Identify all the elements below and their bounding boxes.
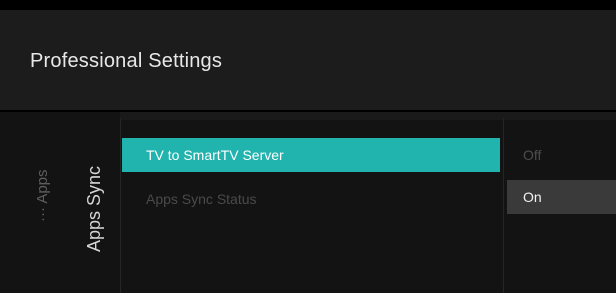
menu-area-top-band — [120, 112, 616, 120]
menu-item-apps-sync-status: Apps Sync Status — [122, 182, 500, 216]
column-divider — [503, 118, 504, 293]
option-label: Off — [523, 147, 542, 163]
menu-item-tv-to-smarttv-server[interactable]: TV to SmartTV Server — [122, 138, 500, 172]
page-title: Professional Settings — [30, 50, 223, 72]
option-off[interactable]: Off — [507, 138, 616, 172]
option-label: On — [523, 189, 542, 205]
column-divider — [120, 118, 121, 293]
breadcrumb-current-apps-sync: Apps Sync — [84, 165, 104, 252]
option-on[interactable]: On — [507, 180, 616, 214]
menu-item-label: Apps Sync Status — [146, 191, 257, 207]
tv-settings-screen: Professional Settings ··· Apps Apps Sync… — [0, 0, 616, 293]
breadcrumb-parent-apps[interactable]: ··· Apps — [34, 169, 51, 222]
menu-item-label: TV to SmartTV Server — [146, 147, 284, 163]
